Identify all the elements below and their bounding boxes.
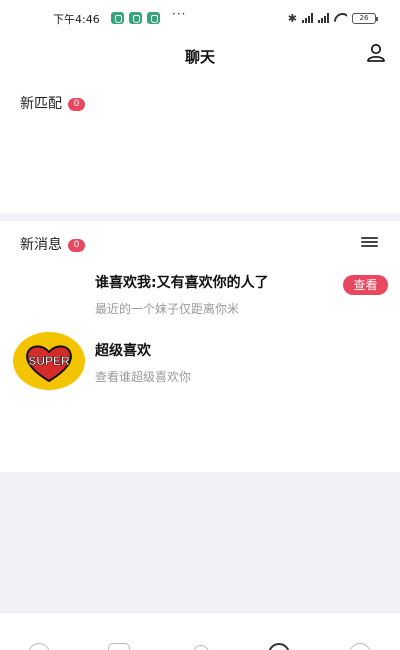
status-bar: 下午4:46 ··· ✱ 26 <box>0 0 400 36</box>
menu-icon[interactable] <box>361 237 378 247</box>
title-bar: 聊天 <box>0 36 400 76</box>
new-messages-header: 新消息 0 <box>20 234 85 254</box>
view-button[interactable]: 查看 <box>343 275 388 295</box>
bluetooth-icon: ✱ <box>287 11 297 25</box>
more-notifications-icon: ··· <box>172 7 187 21</box>
message-icon[interactable] <box>268 643 290 650</box>
battery-icon: 26 <box>352 12 378 24</box>
shield-icon <box>147 12 160 24</box>
shield-icon <box>129 12 142 24</box>
shield-icon <box>111 12 124 24</box>
signal-icon <box>318 13 329 23</box>
wifi-icon <box>334 13 347 23</box>
chat-icon[interactable] <box>108 643 130 650</box>
list-item-title: 超级喜欢 <box>95 343 151 359</box>
new-matches-header: 新匹配 0 <box>20 93 85 113</box>
new-messages-label: 新消息 <box>20 237 62 253</box>
person-icon[interactable] <box>365 42 387 64</box>
home-icon[interactable] <box>28 643 50 650</box>
list-item-subtitle: 最近的一个妹子仅距离你米 <box>95 302 240 316</box>
page-title: 聊天 <box>184 48 215 66</box>
heart-icon[interactable] <box>189 643 211 650</box>
list-item-title: 谁喜欢我:又有喜欢你的人了 <box>95 275 269 291</box>
list-item-who-likes-me[interactable]: 谁喜欢我:又有喜欢你的人了 最近的一个妹子仅距离你米 查看 <box>0 268 400 330</box>
new-messages-badge: 0 <box>68 239 85 252</box>
new-matches-badge: 0 <box>68 98 85 111</box>
section-divider <box>0 213 400 221</box>
profile-icon[interactable] <box>349 643 371 650</box>
new-matches-label: 新匹配 <box>20 96 62 112</box>
list-item-subtitle: 查看谁超级喜欢你 <box>95 370 192 384</box>
signal-icon <box>302 13 313 23</box>
status-time: 下午4:46 <box>53 13 100 26</box>
tab-bar <box>0 612 400 650</box>
empty-area <box>0 472 400 612</box>
list-item-super-like[interactable]: 超级喜欢 查看谁超级喜欢你 <box>0 336 400 398</box>
new-matches-list <box>0 120 400 212</box>
